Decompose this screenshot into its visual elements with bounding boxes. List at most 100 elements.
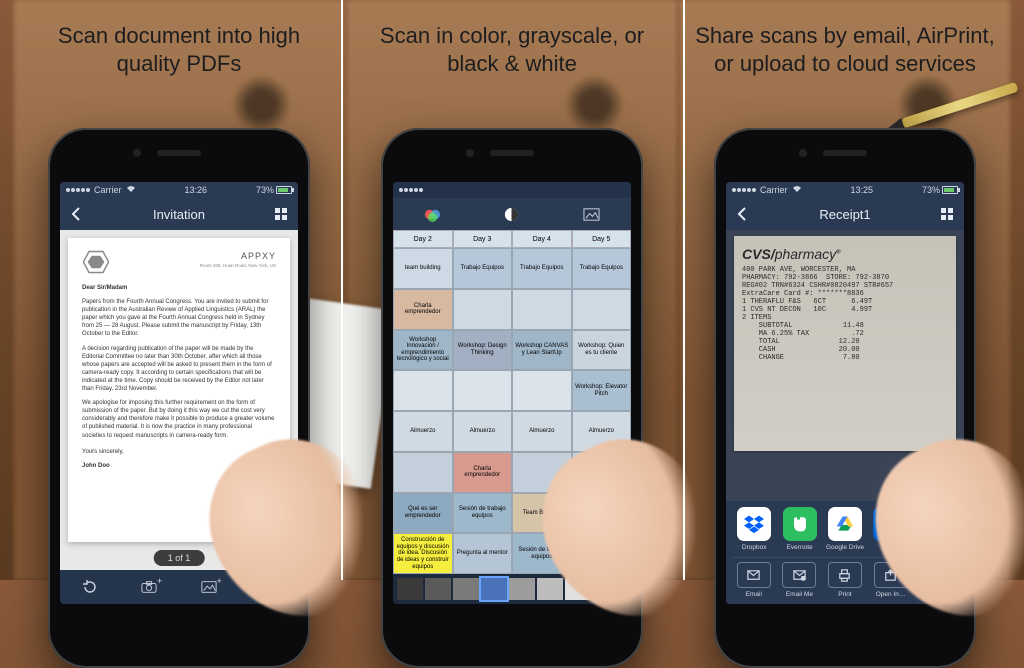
phone-frame: Carrier 13:26 73% Invitation — [48, 128, 310, 668]
promo-panel-2: Scan in color, grayscale, or black & whi… — [347, 0, 677, 580]
camera-add-icon[interactable]: + — [141, 579, 157, 595]
wifi-icon — [126, 185, 136, 195]
color-swatch[interactable] — [481, 578, 507, 600]
schedule-cell[interactable] — [453, 289, 513, 330]
share-app-label: Box — [885, 544, 896, 551]
rotate-icon[interactable] — [82, 579, 98, 595]
color-swatch[interactable] — [509, 578, 535, 600]
schedule-cell[interactable]: Qué es ser emprendedor — [393, 493, 453, 534]
receipt-line: REG#02 TRN#6324 CSHR#0820497 STR#657 — [742, 282, 948, 290]
schedule-cell[interactable] — [512, 370, 572, 411]
schedule-cell[interactable]: Workshop: Quien es tu cliente — [572, 330, 632, 371]
status-bar — [393, 182, 631, 198]
schedule-cell[interactable]: Almuerzo — [512, 411, 572, 452]
share-app-onedrive[interactable]: OneDrive — [916, 507, 956, 551]
wifi-icon — [792, 185, 802, 195]
share-action-fax[interactable]: Fax — [916, 562, 956, 598]
grid-view-icon[interactable] — [938, 208, 956, 220]
brand-name: APPXY — [241, 251, 276, 261]
schedule-cell[interactable]: Pregunta al mentor — [453, 533, 513, 574]
receipt-line: ExtraCare Card #: *******8836 — [742, 290, 948, 298]
share-action-email[interactable]: Email — [734, 562, 774, 598]
schedule-cell[interactable]: Workshop: Design Thinking — [453, 330, 513, 371]
back-icon[interactable] — [734, 207, 752, 221]
color-swatch[interactable] — [565, 578, 591, 600]
share-action-print[interactable]: Print — [825, 562, 865, 598]
bw-mode-icon[interactable] — [583, 206, 600, 223]
share-action-icon — [874, 562, 908, 588]
status-bar: Carrier 13:25 73% — [726, 182, 964, 198]
share-app-evernote[interactable]: Evernote — [779, 507, 819, 551]
color-swatch[interactable] — [453, 578, 479, 600]
schedule-cell[interactable]: Workshop: Elevator Pitch — [572, 370, 632, 411]
schedule-grid[interactable]: team buildingTrabajo EquiposTrabajo Equi… — [393, 248, 631, 574]
share-action-email-me[interactable]: Email Me — [780, 562, 820, 598]
carrier-label: Carrier — [94, 185, 122, 195]
confirm-icon[interactable]: ✓ — [602, 579, 627, 599]
phone-frame: Day 2Day 3Day 4Day 5 team buildingTrabaj… — [381, 128, 643, 668]
filter-tabs — [393, 198, 631, 230]
schedule-cell[interactable] — [512, 289, 572, 330]
schedule-cell[interactable]: Sesión de trabajo equipos — [512, 533, 572, 574]
schedule-cell[interactable] — [453, 370, 513, 411]
grayscale-mode-icon[interactable] — [503, 206, 520, 223]
schedule-cell[interactable]: Team Building — [512, 493, 572, 534]
receipt-preview[interactable]: CVS/pharmacy® 400 PARK AVE, WORCESTER, M… — [734, 236, 956, 451]
promo-panel-1: Scan document into high quality PDFs Car… — [14, 0, 344, 580]
color-mode-icon[interactable] — [424, 206, 441, 223]
color-swatch[interactable] — [537, 578, 563, 600]
day-header: Day 5 — [572, 230, 632, 248]
receipt-line: SUBTOTAL 11.48 — [742, 322, 948, 330]
schedule-cell[interactable]: Sesión de trabajo equipos — [453, 493, 513, 534]
schedule-cell[interactable]: Construcción de equipos y discusión de i… — [393, 533, 453, 574]
schedule-cell[interactable]: Trabajo Equipos — [512, 248, 572, 289]
doc-name: John Doo — [82, 462, 276, 470]
schedule-cell[interactable]: Workshop Innovación / emprendimiento tec… — [393, 330, 453, 371]
color-swatch[interactable] — [397, 578, 423, 600]
document-viewport[interactable]: APPXY Room 206, Huan Road, New York, US … — [60, 230, 298, 570]
schedule-cell[interactable]: Trabajo Equipos — [572, 248, 632, 289]
battery-label: 73% — [922, 185, 940, 195]
color-swatch[interactable] — [425, 578, 451, 600]
schedule-cell[interactable]: Almuerzo — [393, 411, 453, 452]
schedule-cell[interactable]: Charla emprendedor — [393, 289, 453, 330]
hexagon-logo-icon — [82, 250, 110, 274]
image-add-icon[interactable]: + — [201, 579, 217, 595]
grid-view-icon[interactable] — [272, 208, 290, 220]
receipt-line: 1 CVS NT DECON 10C 4.99T — [742, 306, 948, 314]
schedule-cell[interactable]: Almuerzo — [453, 411, 513, 452]
schedule-cell[interactable]: Sesión de trabajo equipos — [572, 493, 632, 534]
phone-frame: Carrier 13:25 73% Receipt1 CVS/pharmacy®… — [714, 128, 976, 668]
document-page: APPXY Room 206, Huan Road, New York, US … — [68, 238, 290, 542]
share-app-dropbox[interactable]: Dropbox — [734, 507, 774, 551]
panel-headline: Scan document into high quality PDFs — [14, 22, 344, 77]
schedule-cell[interactable] — [572, 452, 632, 493]
battery-label: 73% — [256, 185, 274, 195]
signal-icon — [66, 188, 90, 192]
day-header: Day 2 — [393, 230, 453, 248]
schedule-cell[interactable]: Charla emprendedor — [453, 452, 513, 493]
schedule-cell[interactable]: Almuerzo — [572, 411, 632, 452]
back-icon[interactable] — [68, 207, 86, 221]
schedule-cell[interactable] — [512, 452, 572, 493]
share-sheet: DropboxEvernoteGoogle DriveboxBoxOneDriv… — [726, 501, 964, 604]
schedule-cell[interactable] — [393, 452, 453, 493]
schedule-cell[interactable]: Workshop CANVAS y Lean StartUp — [512, 330, 572, 371]
share-app-box[interactable]: boxBox — [870, 507, 910, 551]
share-action-label: Email — [746, 591, 762, 598]
schedule-cell[interactable] — [572, 289, 632, 330]
phone-screen: Day 2Day 3Day 4Day 5 team buildingTrabaj… — [393, 182, 631, 604]
bottom-toolbar: + + — [60, 570, 298, 604]
nav-title: Receipt1 — [752, 207, 938, 222]
schedule-cell[interactable]: Pregunta al mentor — [572, 533, 632, 574]
schedule-cell[interactable] — [393, 370, 453, 411]
share-app-google-drive[interactable]: Google Drive — [825, 507, 865, 551]
dropbox-icon — [737, 507, 771, 541]
schedule-cell[interactable]: team building — [393, 248, 453, 289]
share-icon[interactable] — [260, 579, 276, 595]
schedule-cell[interactable]: Trabajo Equipos — [453, 248, 513, 289]
day-header: Day 4 — [512, 230, 572, 248]
receipt-line: TOTAL 12.20 — [742, 338, 948, 346]
receipt-line: MA 6.25% TAX .72 — [742, 330, 948, 338]
share-action-open-in-[interactable]: Open In… — [871, 562, 911, 598]
